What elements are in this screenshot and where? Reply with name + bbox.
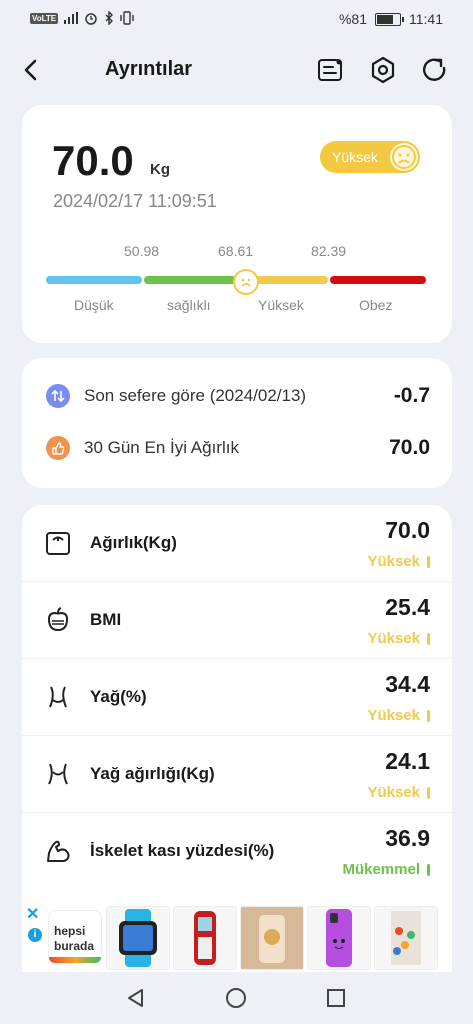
sad-face-icon	[390, 143, 418, 171]
page-title: Ayrıntılar	[105, 58, 193, 80]
metrics-list: Ağırlık(Kg) 70.0 Yüksek BMI 25.4 Yüksek …	[22, 505, 452, 905]
comparison-card: Son sefere göre (2024/02/13) -0.7 30 Gün…	[22, 358, 452, 488]
scale-label-high: Yüksek	[258, 297, 304, 313]
metric-value: 24.1	[385, 748, 430, 774]
metric-status: Yüksek	[367, 553, 420, 570]
report-icon[interactable]	[314, 53, 348, 87]
metric-status: Yüksek	[367, 630, 420, 647]
ad-close-icon[interactable]: ✕	[26, 904, 39, 924]
alarm-icon	[85, 13, 97, 25]
measurement-datetime: 2024/02/17 11:09:51	[53, 191, 217, 211]
weight-unit: Kg	[150, 161, 170, 178]
compare-last-label: Son sefere göre (2024/02/13)	[84, 386, 307, 405]
metric-status: Yüksek	[367, 784, 420, 801]
back-triangle-icon[interactable]	[124, 986, 148, 1010]
ad-banner[interactable]: ✕ i hepsi burada	[22, 900, 452, 972]
top-app-bar: Ayrıntılar	[0, 45, 473, 95]
scale-value-mid: 68.61	[218, 243, 254, 259]
metric-row-fat[interactable]: Yağ(%) 34.4 Yüksek	[22, 659, 452, 736]
battery-percent: %81	[338, 11, 367, 27]
metric-status-indicator	[427, 864, 430, 876]
ad-product-purple-case[interactable]	[307, 906, 371, 970]
ad-brand-line2: burada	[54, 939, 95, 953]
signal-icon	[64, 12, 79, 24]
metric-value: 70.0	[385, 517, 430, 543]
scale-value-low: 50.98	[124, 243, 160, 259]
ad-brand-logo[interactable]: hepsi burada	[48, 910, 102, 964]
status-badge-label: Yüksek	[332, 149, 378, 165]
body-fat-icon	[44, 683, 72, 711]
metric-status-indicator	[427, 633, 430, 645]
metric-value: 25.4	[385, 594, 430, 620]
ad-product-toy[interactable]	[374, 906, 438, 970]
metric-label: İskelet kası yüzdesi(%)	[90, 841, 275, 860]
scale-label-obese: Obez	[359, 297, 393, 313]
clock: 11:41	[409, 11, 443, 27]
metric-row-bmi[interactable]: BMI 25.4 Yüksek	[22, 582, 452, 659]
back-arrow-icon[interactable]	[14, 53, 48, 87]
metric-status-indicator	[427, 787, 430, 799]
metric-status-indicator	[427, 556, 430, 568]
metric-row-weight[interactable]: Ağırlık(Kg) 70.0 Yüksek	[22, 505, 452, 582]
metric-label: Ağırlık(Kg)	[90, 533, 177, 552]
ad-product-smartwatch[interactable]	[106, 906, 170, 970]
system-nav-bar	[0, 972, 473, 1024]
ad-brand-line1: hepsi	[54, 924, 86, 938]
scale-value-high: 82.39	[311, 243, 347, 259]
compare-arrows-icon	[46, 384, 70, 408]
weight-summary-card: 70.0 Kg 2024/02/17 11:09:51 Yüksek 50.98…	[22, 105, 452, 343]
recents-square-icon[interactable]	[324, 986, 348, 1010]
metric-label: Yağ ağırlığı(Kg)	[90, 764, 215, 783]
scale-segment-healthy	[144, 276, 236, 284]
weight-value: 70.0	[52, 137, 134, 184]
status-badge: Yüksek	[320, 141, 420, 173]
ad-product-phone-case[interactable]	[240, 906, 304, 970]
scale-marker	[233, 269, 259, 295]
bluetooth-icon	[105, 11, 114, 25]
scale-segment-low	[46, 276, 142, 284]
metric-value: 36.9	[385, 825, 430, 851]
metric-status: Mükemmel	[342, 861, 420, 878]
metric-label: Yağ(%)	[90, 687, 147, 706]
best-weight-label: 30 Gün En İyi Ağırlık	[84, 438, 239, 457]
metric-value: 34.4	[385, 671, 430, 697]
volte-indicator: VoLTE	[30, 12, 59, 24]
scale-label-healthy: sağlıklı	[167, 297, 211, 313]
compare-last-value: -0.7	[393, 384, 430, 407]
home-circle-icon[interactable]	[224, 986, 248, 1010]
metric-status: Yüksek	[367, 707, 420, 724]
battery-icon	[375, 12, 404, 26]
thumbs-up-icon	[46, 436, 70, 460]
scale-label-low: Düşük	[74, 297, 114, 313]
fat-weight-icon	[44, 760, 72, 788]
bmi-icon	[44, 606, 72, 634]
scale-icon	[44, 529, 72, 557]
muscle-icon	[44, 837, 72, 865]
scale-segment-obese	[330, 276, 426, 284]
vibrate-icon	[120, 11, 134, 25]
best-weight-value: 70.0	[389, 436, 430, 459]
metric-row-skeletal-muscle[interactable]: İskelet kası yüzdesi(%) 36.9 Mükemmel	[22, 813, 452, 889]
metric-status-indicator	[427, 710, 430, 722]
refresh-icon[interactable]	[418, 53, 452, 87]
ad-info-icon[interactable]: i	[28, 928, 42, 942]
settings-hex-icon[interactable]	[366, 53, 400, 87]
status-bar: VoLTE %81 11:41	[0, 0, 473, 38]
metric-label: BMI	[90, 610, 122, 629]
ad-product-phone[interactable]	[173, 906, 237, 970]
metric-row-fat-weight[interactable]: Yağ ağırlığı(Kg) 24.1 Yüksek	[22, 736, 452, 813]
